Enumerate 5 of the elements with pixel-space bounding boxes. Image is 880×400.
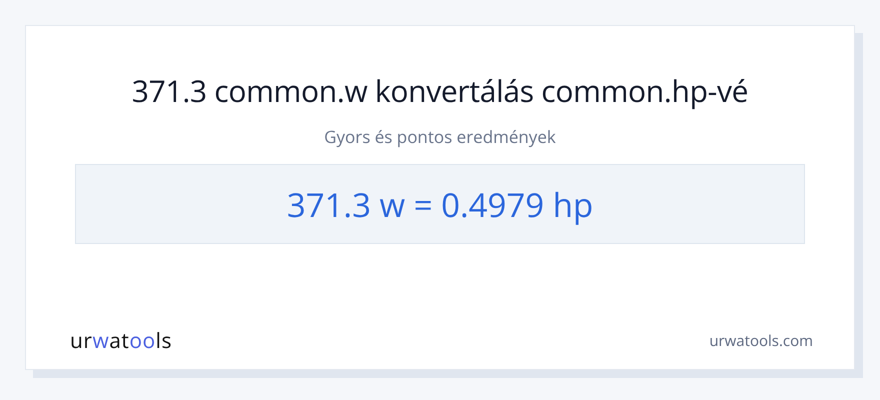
subtitle: Gyors és pontos eredmények [324, 125, 556, 148]
result-text: 371.3 w = 0.4979 hp [286, 182, 594, 226]
page-title: 371.3 common.w konvertálás common.hp-vé [132, 70, 748, 111]
logo: urwatools [70, 327, 172, 355]
site-url: urwatools.com [709, 331, 813, 351]
